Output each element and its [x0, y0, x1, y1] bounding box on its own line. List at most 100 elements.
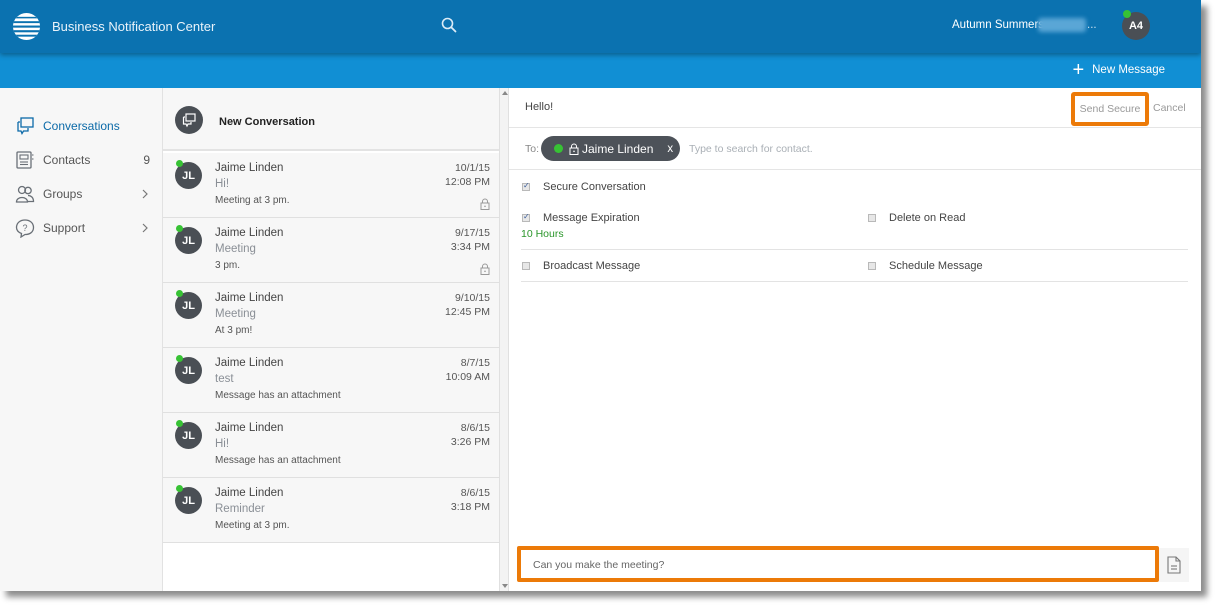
action-bar: + New Message: [0, 53, 1201, 88]
recipient-chip[interactable]: Jaime Linden x: [541, 136, 680, 161]
contact-search-input[interactable]: [689, 140, 1169, 158]
scroll-down-arrow-icon[interactable]: [502, 584, 508, 588]
sidebar: Conversations Contacts 9 Groups ? Suppor…: [0, 88, 163, 591]
new-message-button[interactable]: + New Message: [1072, 59, 1165, 81]
new-conversation-button[interactable]: New Conversation: [163, 88, 499, 151]
user-name-ellipsis: ...: [1087, 19, 1097, 31]
new-conversation-avatar: [175, 106, 203, 134]
sidebar-item-label: Groups: [43, 187, 83, 201]
conversation-item[interactable]: JL Jaime Linden Reminder Meeting at 3 pm…: [163, 478, 499, 543]
divider: [521, 249, 1188, 250]
sidebar-item-conversations[interactable]: Conversations: [15, 114, 150, 138]
sidebar-item-contacts[interactable]: Contacts 9: [15, 148, 150, 172]
presence-indicator: [176, 355, 183, 362]
contact-avatar: JL: [175, 420, 202, 449]
option-label: Broadcast Message: [543, 260, 641, 272]
att-globe-logo-icon: [12, 12, 41, 41]
app-title: Business Notification Center: [52, 19, 216, 34]
new-message-label: New Message: [1092, 64, 1165, 76]
conversation-subject: test: [215, 373, 234, 385]
svg-text:?: ?: [22, 223, 27, 233]
secure-conversation-option[interactable]: Secure Conversation: [522, 181, 646, 193]
chevron-right-icon: [142, 189, 148, 199]
conversation-date: 8/6/15: [460, 487, 490, 499]
conversation-list: New Conversation JL Jaime Linden Hi! Mee…: [163, 88, 499, 591]
document-icon: [1167, 556, 1181, 574]
attach-document-button[interactable]: [1159, 548, 1189, 582]
conversation-date: 9/10/15: [454, 292, 490, 304]
option-label: Delete on Read: [889, 212, 966, 224]
sidebar-item-label: Conversations: [43, 119, 120, 133]
broadcast-message-option[interactable]: Broadcast Message: [522, 260, 640, 272]
presence-indicator: [1123, 10, 1131, 18]
contact-avatar: JL: [175, 485, 202, 514]
send-secure-button[interactable]: Send Secure: [1071, 92, 1149, 126]
lock-icon: [480, 263, 490, 275]
conversation-subject: Meeting: [215, 243, 256, 255]
avatar-initials: JL: [182, 429, 195, 442]
message-input[interactable]: [533, 556, 1133, 574]
schedule-message-option[interactable]: Schedule Message: [868, 260, 983, 272]
conversation-date: 10/1/15: [454, 162, 490, 174]
conversation-date: 8/7/15: [460, 357, 490, 369]
send-secure-label: Send Secure: [1079, 103, 1141, 115]
conversation-list-scrollbar[interactable]: [499, 88, 509, 591]
scroll-up-arrow-icon[interactable]: [502, 91, 508, 95]
conversation-subject: Reminder: [215, 503, 265, 515]
recipient-name: Jaime Linden: [582, 141, 654, 156]
contact-name: Jaime Linden: [215, 422, 284, 434]
schedule-message-checkbox[interactable]: [868, 262, 876, 270]
presence-indicator: [176, 485, 183, 492]
conversation-item[interactable]: JL Jaime Linden test Message has an atta…: [163, 348, 499, 413]
conversation-preview: Meeting at 3 pm.: [215, 195, 290, 206]
new-conversation-label: New Conversation: [219, 116, 315, 128]
conversation-item[interactable]: JL Jaime Linden Meeting At 3 pm! 9/10/15…: [163, 283, 499, 348]
recipient-row: To: Jaime Linden x: [509, 128, 1201, 170]
remove-recipient-button[interactable]: x: [667, 143, 673, 155]
sidebar-item-groups[interactable]: Groups: [15, 182, 150, 206]
conversation-date: 8/6/15: [460, 422, 490, 434]
message-expiration-option[interactable]: Message Expiration: [522, 212, 640, 224]
broadcast-message-checkbox[interactable]: [522, 262, 530, 270]
contact-name: Jaime Linden: [215, 162, 284, 174]
conversation-time: 3:34 PM: [450, 241, 490, 253]
conversation-subject: Meeting: [215, 308, 256, 320]
presence-indicator: [176, 420, 183, 427]
cancel-button[interactable]: Cancel: [1153, 102, 1186, 114]
message-subject[interactable]: Hello!: [525, 101, 553, 113]
message-expiration-checkbox[interactable]: [522, 212, 530, 222]
search-icon[interactable]: [440, 16, 458, 34]
avatar-initials: JL: [182, 234, 195, 247]
support-icon: ?: [15, 219, 35, 238]
avatar-initials: JL: [182, 299, 195, 312]
conversations-icon: [17, 117, 34, 135]
avatar-initials: JL: [182, 169, 195, 182]
avatar-initials: JL: [182, 364, 195, 377]
contacts-count: 9: [143, 153, 150, 167]
option-label: Message Expiration: [543, 212, 640, 224]
contact-avatar: JL: [175, 225, 202, 254]
conversation-subject: Hi!: [215, 438, 230, 450]
conversation-preview: Meeting at 3 pm.: [215, 520, 290, 531]
contact-avatar: JL: [175, 355, 202, 384]
contact-name: Jaime Linden: [215, 487, 284, 499]
top-bar: Business Notification Center Autumn Summ…: [0, 0, 1201, 53]
message-input-box[interactable]: [517, 546, 1159, 582]
delete-on-read-checkbox[interactable]: [868, 214, 876, 222]
contact-avatar: JL: [175, 160, 202, 189]
secure-conversation-checkbox[interactable]: [522, 181, 530, 191]
sidebar-item-support[interactable]: ? Support: [15, 216, 150, 240]
plus-icon: +: [1072, 59, 1085, 81]
conversation-item[interactable]: JL Jaime Linden Hi! Message has an attac…: [163, 413, 499, 478]
user-name[interactable]: Autumn Summers: [952, 19, 1044, 31]
presence-indicator: [176, 160, 183, 167]
user-avatar[interactable]: A4: [1122, 10, 1150, 40]
option-label: Schedule Message: [889, 260, 983, 272]
contacts-icon: [16, 151, 34, 169]
sidebar-item-label: Contacts: [43, 153, 91, 167]
new-conversation-icon: [182, 113, 196, 128]
conversation-item[interactable]: JL Jaime Linden Meeting 3 pm. 9/17/15 3:…: [163, 218, 499, 283]
conversation-item[interactable]: JL Jaime Linden Hi! Meeting at 3 pm. 10/…: [163, 153, 499, 218]
delete-on-read-option[interactable]: Delete on Read: [868, 212, 965, 224]
expiration-value[interactable]: 10 Hours: [521, 228, 564, 240]
